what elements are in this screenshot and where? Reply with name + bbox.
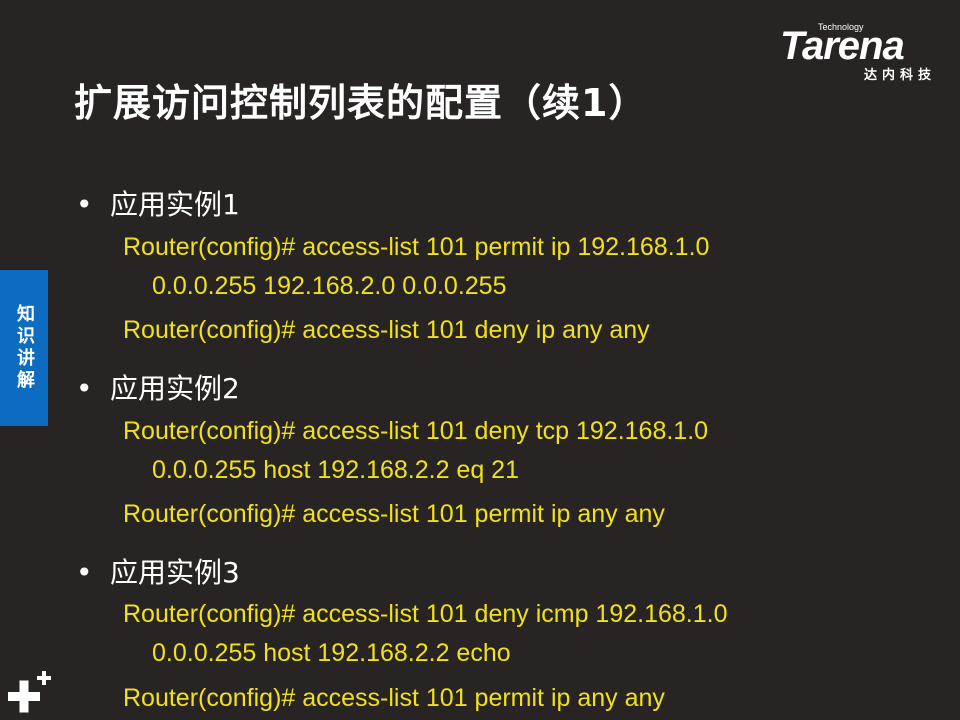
- logo-wordmark: Tarena: [780, 24, 905, 68]
- side-tab: 知识讲解: [0, 270, 48, 426]
- command-line: 0.0.0.255 192.168.2.0 0.0.0.255: [152, 272, 507, 300]
- command-line: Router(config)# access-list 101 permit i…: [123, 500, 665, 528]
- bullet-dot: •: [76, 372, 93, 405]
- side-tab-label: 知识讲解: [14, 304, 35, 392]
- command-line: Router(config)# access-list 101 permit i…: [123, 233, 710, 261]
- tarena-logo: Technology Tarena 达内科技: [780, 22, 950, 84]
- command-line: Router(config)# access-list 101 deny icm…: [123, 600, 728, 628]
- command-line: Router(config)# access-list 101 permit i…: [123, 684, 665, 712]
- bullet-dot: •: [76, 556, 93, 589]
- page-title: 扩展访问控制列表的配置（续1）: [74, 81, 648, 125]
- logo-subtitle: 达内科技: [864, 68, 937, 83]
- command-line: 0.0.0.255 host 192.168.2.2 eq 21: [152, 456, 519, 484]
- slide: 扩展访问控制列表的配置（续1） Technology Tarena 达内科技 知…: [0, 0, 960, 720]
- section-heading-text: 应用实例2: [110, 372, 240, 405]
- section-heading: • 应用实例2: [76, 367, 240, 407]
- plus-plus-icon: [8, 671, 51, 713]
- command-line: Router(config)# access-list 101 deny ip …: [123, 316, 650, 344]
- section-heading-text: 应用实例3: [110, 556, 240, 589]
- section-heading: • 应用实例3: [76, 551, 240, 591]
- command-line: 0.0.0.255 host 192.168.2.2 echo: [152, 639, 511, 667]
- section-heading-text: 应用实例1: [110, 188, 240, 221]
- command-line: Router(config)# access-list 101 deny tcp…: [123, 417, 709, 445]
- bullet-dot: •: [76, 188, 93, 221]
- section-heading: • 应用实例1: [76, 183, 240, 223]
